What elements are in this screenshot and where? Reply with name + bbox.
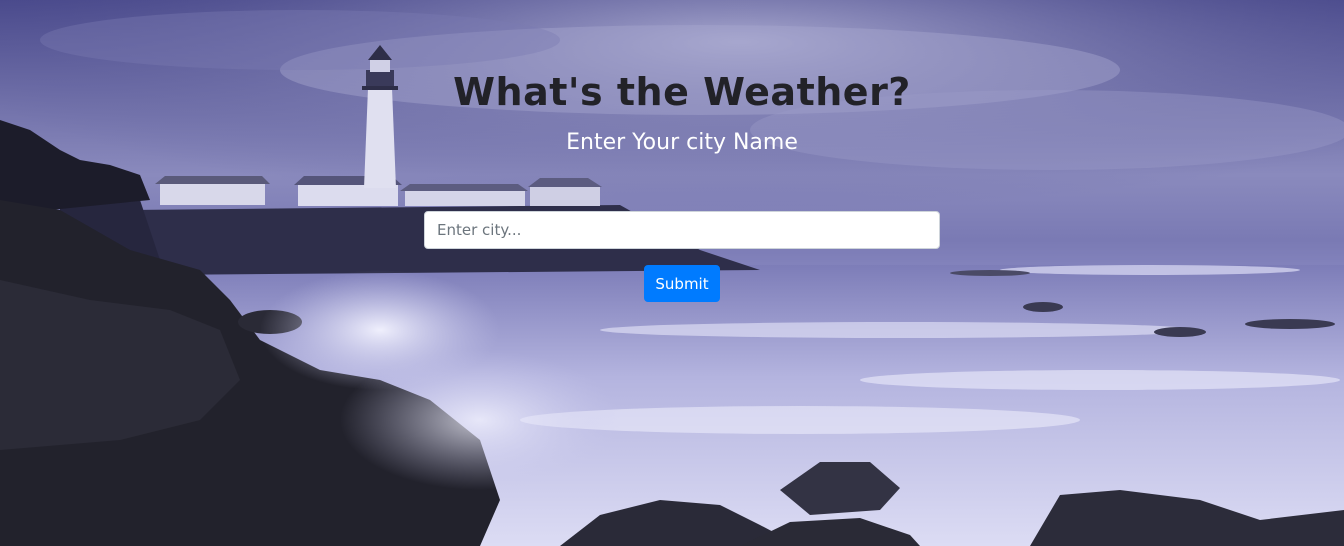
page-subtitle: Enter Your city Name <box>566 130 798 155</box>
submit-button[interactable]: Submit <box>644 265 720 302</box>
page-title: What's the Weather? <box>453 70 911 114</box>
city-input[interactable] <box>424 211 940 249</box>
weather-form-container: What's the Weather? Enter Your city Name… <box>0 0 1344 546</box>
